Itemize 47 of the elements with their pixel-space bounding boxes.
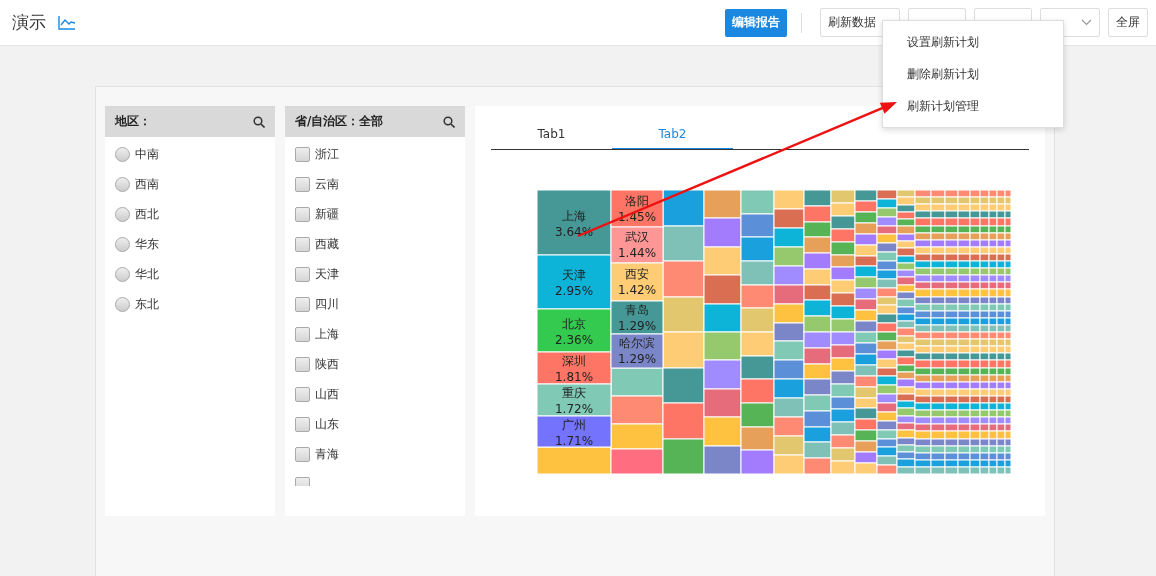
option-label: 新疆 — [315, 205, 339, 223]
cell-value: 1.29% — [617, 352, 657, 366]
option-label: 上海 — [315, 325, 339, 343]
cell-value: 1.71% — [554, 433, 594, 448]
cell-label: 天津 — [562, 268, 586, 282]
option-label: 华北 — [135, 265, 159, 283]
option-label: 西藏 — [315, 235, 339, 253]
cell-label: 北京 — [562, 316, 586, 331]
cell-value: 1.44% — [617, 246, 657, 260]
cell-label: 青岛 — [625, 302, 649, 317]
cell-value: 2.95% — [554, 284, 594, 298]
cell-value: 1.42% — [617, 283, 657, 297]
option-label: 中南 — [135, 145, 159, 163]
tab[interactable]: Tab2 — [612, 120, 733, 149]
cell-label: 广州 — [562, 417, 586, 432]
cell-label: 武汉 — [625, 230, 649, 244]
option-label: 天津 — [315, 265, 339, 283]
filter-title: 地区： — [115, 113, 151, 130]
cell-label: 洛阳 — [625, 193, 649, 208]
option-label: 东北 — [135, 295, 159, 313]
option-label: 青海 — [315, 445, 339, 463]
option-label: 陕西 — [315, 355, 339, 373]
filter-title: 省/自治区：全部 — [295, 113, 384, 130]
cell-label: 重庆 — [562, 386, 586, 400]
cell-label: 深圳 — [562, 354, 586, 368]
option-label: 浙江 — [315, 145, 339, 163]
option-label: 华东 — [135, 235, 159, 253]
option-label: 山东 — [315, 415, 339, 433]
cell-label: 哈尔滨 — [619, 336, 655, 350]
option-label: 云南 — [315, 175, 339, 193]
cell-value: 2.36% — [554, 332, 594, 347]
option-label: 西北 — [135, 205, 159, 223]
option-label: 西南 — [135, 175, 159, 193]
option-label: 山西 — [315, 385, 339, 403]
cell-label: 上海 — [562, 208, 586, 223]
edit-report-button[interactable]: 编辑报告 — [725, 8, 787, 37]
toolbar-button[interactable]: 全屏 — [1108, 8, 1148, 37]
cell-value: 1.81% — [554, 370, 594, 384]
option-label: 四川 — [315, 295, 339, 313]
report-title: 演示 — [12, 11, 46, 34]
cell-value: 1.72% — [554, 402, 594, 416]
menu-item[interactable]: 删除刷新计划 — [883, 58, 1063, 90]
tab[interactable]: Tab1 — [491, 120, 612, 149]
cell-label: 西安 — [625, 267, 649, 281]
cell-value: 1.29% — [617, 318, 657, 333]
cell-value: 1.45% — [617, 209, 657, 224]
menu-item[interactable]: 刷新计划管理 — [883, 90, 1063, 122]
